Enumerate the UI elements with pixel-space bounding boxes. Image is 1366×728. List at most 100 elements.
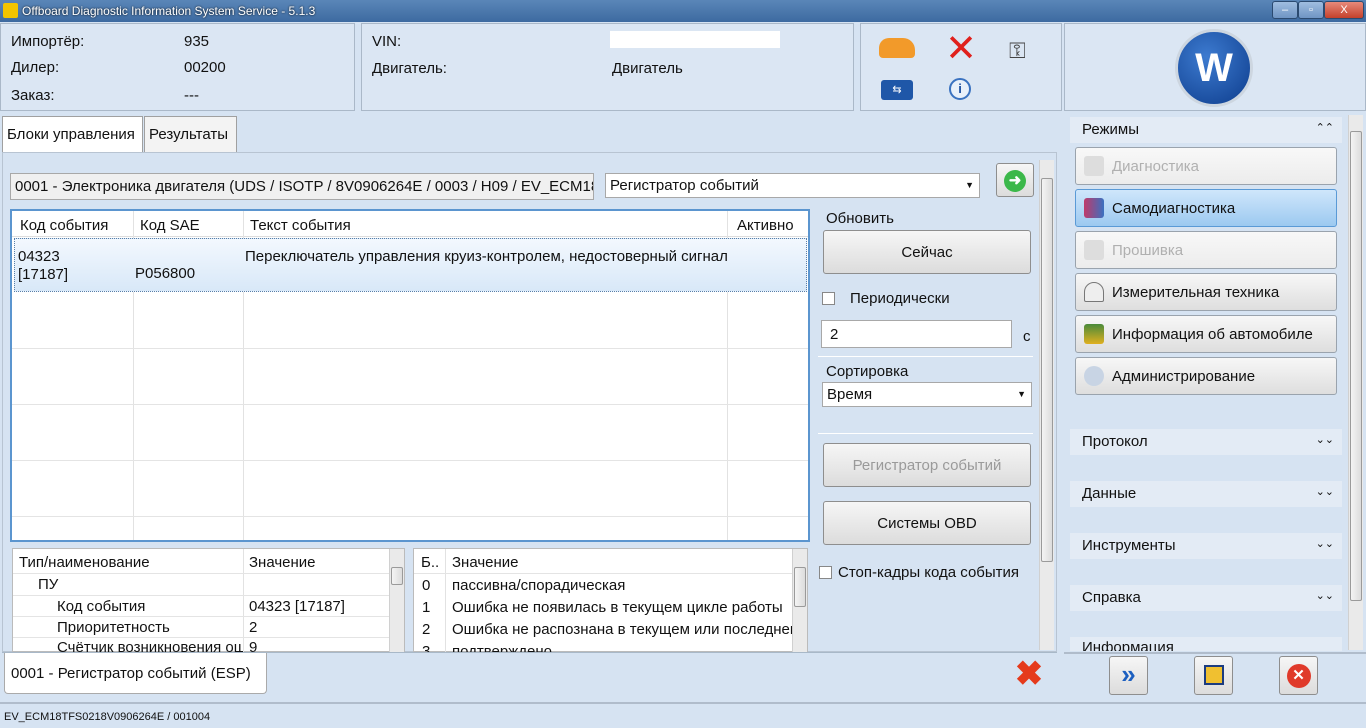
section-info[interactable]: Информация [1070, 637, 1342, 651]
bit-value: Ошибка не распознана в текущем или после… [452, 621, 792, 638]
chevron-down-icon: ⌄⌄ [1315, 590, 1334, 602]
close-circle-icon: ✕ [1286, 664, 1311, 688]
bit-value: пассивна/спорадическая [452, 577, 626, 594]
mode-label: Администрирование [1112, 368, 1256, 385]
detail-value: 2 [249, 619, 258, 636]
period-input[interactable]: 2 [821, 320, 1012, 348]
now-button[interactable]: Сейчас [823, 230, 1031, 274]
col-bit[interactable]: Б.. [421, 554, 439, 571]
vehicle-icon[interactable] [879, 38, 915, 58]
scrollbar-thumb[interactable] [1041, 178, 1053, 562]
books-icon [1084, 324, 1104, 344]
order-value: --- [184, 87, 199, 104]
vin-value [610, 31, 780, 48]
detail-value: 04323 [17187] [249, 598, 345, 615]
bits-scrollbar[interactable] [792, 549, 807, 653]
section-tools[interactable]: Инструменты ⌄⌄ [1070, 533, 1342, 559]
chevron-down-icon: ▼ [965, 180, 974, 190]
mode-administration[interactable]: Администрирование [1075, 357, 1337, 395]
mode-vehicle-info[interactable]: Информация об автомобиле [1075, 315, 1337, 353]
freeze-frame-label: Стоп-кадры кода события [838, 564, 1020, 581]
section-help[interactable]: Справка ⌄⌄ [1070, 585, 1342, 611]
title-bar: Offboard Diagnostic Information System S… [0, 0, 1366, 22]
sort-label: Сортировка [826, 363, 909, 380]
mode-label: Диагностика [1112, 158, 1199, 175]
details-scrollbar[interactable] [389, 549, 404, 653]
importer-label: Импортёр: [11, 33, 85, 50]
modes-header[interactable]: Режимы ⌃⌃ [1070, 117, 1342, 143]
close-button[interactable]: X [1324, 1, 1364, 19]
mode-label: Прошивка [1112, 242, 1184, 259]
mode-diagnostics[interactable]: Диагностика [1075, 147, 1337, 185]
main-scrollbar[interactable] [1039, 160, 1054, 650]
bit-value: Ошибка не появилась в текущем цикле рабо… [452, 599, 783, 616]
col-active[interactable]: Активно [737, 217, 794, 234]
col-bit-value[interactable]: Значение [452, 554, 519, 571]
vin-label: VIN: [372, 33, 402, 50]
logo-panel: W [1064, 23, 1366, 111]
engine-label: Двигатель: [372, 60, 447, 77]
col-sae-code[interactable]: Код SAE [140, 217, 200, 234]
status-bar: EV_ECM18TFS0218V0906264E / 001004 [0, 702, 1366, 728]
section-protocol[interactable]: Протокол ⌄⌄ [1070, 429, 1342, 455]
freeze-frame-checkbox[interactable] [819, 566, 832, 579]
section-label: Инструменты [1082, 537, 1176, 554]
key-icon[interactable]: ⚿ [1009, 38, 1043, 63]
status-bits-table: Б.. Значение 0 пассивна/спорадическая 1 … [413, 548, 808, 660]
importer-value: 935 [184, 33, 210, 50]
tab-results[interactable]: Результаты [144, 116, 237, 153]
details-table: Тип/наименование Значение ПУ Код события… [12, 548, 405, 656]
detail-name: Приоритетность [57, 619, 170, 636]
mode-flashing[interactable]: Прошивка [1075, 231, 1337, 269]
usb-icon[interactable]: ⇆ [881, 80, 913, 100]
flash-icon [1084, 240, 1104, 260]
sort-select[interactable]: Время ▼ [822, 382, 1032, 407]
obd-systems-button[interactable]: Системы OBD [823, 501, 1031, 545]
bit-number: 0 [422, 577, 431, 594]
status-text: EV_ECM18TFS0218V0906264E / 001004 [4, 711, 211, 723]
close-session-icon[interactable]: ✖ [1013, 657, 1045, 691]
minimize-button[interactable]: – [1272, 1, 1298, 19]
ecu-field: 0001 - Электроника двигателя (UDS / ISOT… [10, 173, 594, 200]
go-button[interactable]: ➜ [996, 163, 1034, 197]
period-unit: с [1023, 328, 1031, 345]
col-type-name[interactable]: Тип/наименование [19, 554, 150, 571]
exit-button[interactable]: ✕ [1279, 656, 1318, 695]
event-code: 04323 [18, 248, 60, 265]
self-diagnostics-icon [1084, 198, 1104, 218]
forward-button[interactable]: » [1109, 656, 1148, 695]
chevron-down-icon: ▼ [1017, 389, 1026, 399]
modes-label: Режимы [1082, 121, 1140, 138]
chevron-down-icon: ⌄⌄ [1315, 538, 1334, 550]
maximize-button[interactable]: ▫ [1298, 1, 1324, 19]
section-data[interactable]: Данные ⌄⌄ [1070, 481, 1342, 507]
periodic-checkbox[interactable] [822, 292, 835, 305]
section-label: Данные [1082, 485, 1137, 502]
mode-label: Самодиагностика [1112, 200, 1236, 217]
sae-code: P056800 [135, 265, 196, 282]
no-connection-icon[interactable]: ✕ [943, 30, 979, 68]
function-select[interactable]: Регистратор событий ▼ [605, 173, 980, 198]
dealer-value: 00200 [184, 59, 226, 76]
bottom-tab-event-recorder[interactable]: 0001 - Регистратор событий (ESP) [4, 653, 267, 694]
tab-control-units[interactable]: Блоки управления [2, 116, 143, 153]
event-text: Переключатель управления круиз-контролем… [245, 248, 727, 265]
stethoscope-icon [1084, 156, 1104, 176]
col-value[interactable]: Значение [249, 554, 316, 571]
section-label: Справка [1082, 589, 1141, 606]
mode-measurement[interactable]: Измерительная техника [1075, 273, 1337, 311]
col-event-text[interactable]: Текст события [250, 217, 351, 234]
update-label: Обновить [826, 210, 894, 227]
event-recorder-button[interactable]: Регистратор событий [823, 443, 1031, 487]
periodic-label: Периодически [850, 290, 950, 307]
sidebar-scrollbar[interactable] [1348, 115, 1363, 650]
app-icon [3, 3, 18, 18]
info-icon[interactable]: i [949, 78, 971, 100]
col-event-code[interactable]: Код события [20, 217, 108, 234]
chevron-down-icon: ⌄⌄ [1315, 434, 1334, 446]
chevron-down-icon: ⌄⌄ [1315, 486, 1334, 498]
mode-label: Информация об автомобиле [1112, 326, 1313, 343]
fit-screen-button[interactable] [1194, 656, 1233, 695]
mode-self-diagnostics[interactable]: Самодиагностика [1075, 189, 1337, 227]
table-row[interactable]: 04323 [17187] P056800 Переключатель упра… [14, 238, 807, 292]
